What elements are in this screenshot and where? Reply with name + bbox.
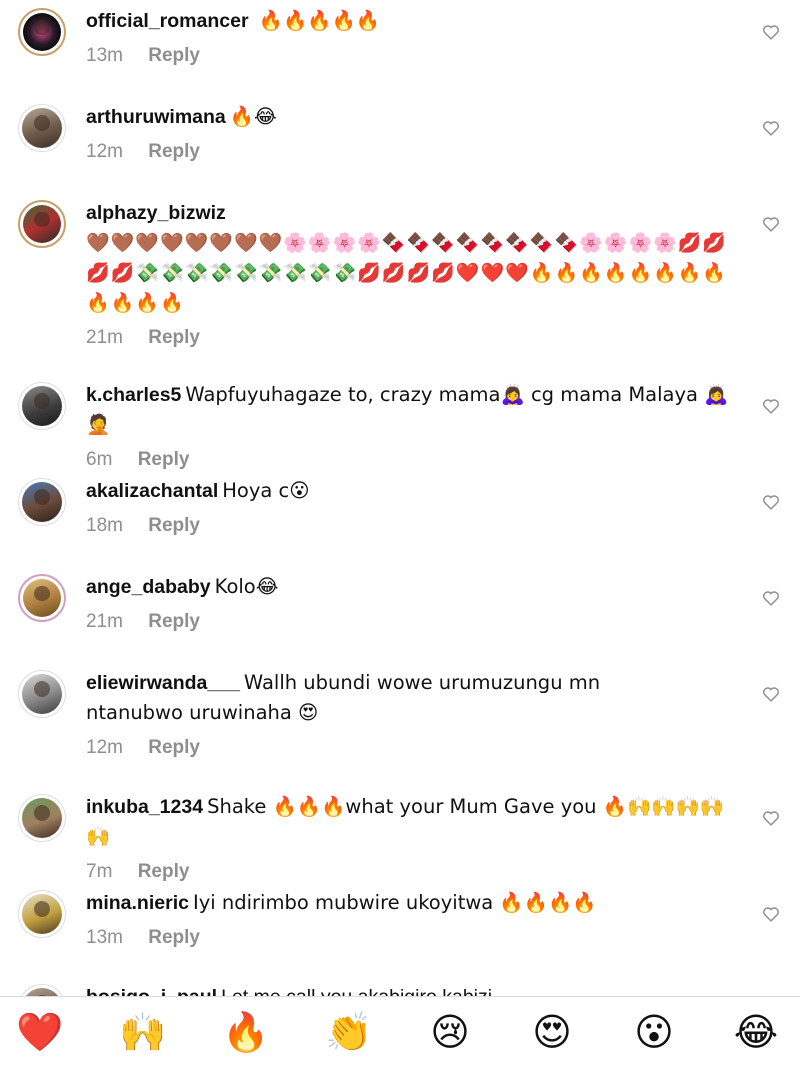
heart-outline-icon[interactable] (762, 120, 780, 136)
reply-button[interactable]: Reply (148, 45, 200, 66)
surprised-face-emoji-icon[interactable]: 😮 (628, 1009, 680, 1055)
comment-time: 18m (86, 515, 123, 536)
avatar[interactable] (18, 8, 66, 56)
comment-body: Wapfuyuhagaze to, crazy mama🙇‍♀️ cg mama… (86, 383, 729, 436)
comment-meta: 12m Reply (86, 140, 746, 164)
comment-username[interactable]: inkuba_1234 (86, 796, 203, 818)
comments-list[interactable]: official_romancer 🔥🔥🔥🔥🔥 13m Reply arthur… (0, 0, 800, 996)
avatar[interactable] (18, 382, 66, 430)
comment-text: akalizachantal Hoya c😮 (86, 476, 746, 506)
comment-username[interactable]: arthuruwimana (86, 106, 226, 128)
comment-text: mina.nieric Iyi ndirimbo mubwire ukoyitwa… (86, 888, 746, 918)
avatar[interactable] (18, 670, 66, 718)
reply-button[interactable]: Reply (138, 449, 190, 470)
tears-of-joy-emoji-icon[interactable]: 😂 (730, 1009, 782, 1055)
comment-text: bosigo_j_paul Let me call you akabigiro k… (86, 982, 746, 996)
comment-meta: 13m Reply (86, 926, 746, 950)
heart-outline-icon[interactable] (762, 686, 780, 702)
heart-outline-icon[interactable] (762, 590, 780, 606)
reply-button[interactable]: Reply (138, 861, 190, 882)
comment-time: 12m (86, 141, 123, 162)
avatar[interactable] (18, 794, 66, 842)
avatar[interactable] (18, 200, 66, 248)
crying-face-emoji-icon[interactable]: 😢 (424, 1009, 476, 1055)
comment-meta: 21m Reply (86, 326, 732, 350)
comment-text: k.charles5 Wapfuyuhagaze to, crazy mama🙇‍… (86, 380, 746, 440)
comment-username[interactable]: alphazy_bizwiz (86, 202, 226, 224)
avatar[interactable] (18, 478, 66, 526)
comment-text: alphazy_bizwiz 🤎🤎🤎🤎🤎🤎🤎🤎🌸🌸🌸🌸🍫🍫🍫🍫🍫🍫🍫🍫🌸🌸🌸🌸💋💋… (86, 198, 732, 318)
comment-username[interactable]: ange_dababy (86, 576, 211, 598)
comment-username[interactable]: eliewirwanda___ (86, 672, 240, 694)
comment-time: 12m (86, 737, 123, 758)
comment-time: 6m (86, 449, 113, 470)
fire-emoji-icon[interactable]: 🔥 (220, 1009, 272, 1055)
heart-outline-icon[interactable] (762, 398, 780, 414)
heart-emoji-icon[interactable]: ❤️ (14, 1009, 66, 1055)
heart-outline-icon[interactable] (762, 24, 780, 40)
comment-text: eliewirwanda___ Wallh ubundi wowe urumuzu… (86, 668, 696, 728)
reply-button[interactable]: Reply (148, 515, 200, 536)
comment-time: 21m (86, 611, 123, 632)
comment-body: Kolo😂 (214, 575, 279, 598)
comment-meta: 21m Reply (86, 610, 746, 634)
comment-body: Let me call you akabigiro kabizi (221, 986, 492, 996)
reply-button[interactable]: Reply (148, 141, 200, 162)
comment-body: 🔥🔥🔥🔥🔥 (252, 9, 381, 32)
comment-meta: 6m Reply (86, 448, 746, 472)
comment-username[interactable]: bosigo_j_paul (86, 986, 217, 996)
quick-reaction-bar: ❤️ 🙌 🔥 👏 😢 😍 😮 😂 (0, 996, 800, 1067)
avatar[interactable] (18, 574, 66, 622)
heart-outline-icon[interactable] (762, 810, 780, 826)
reply-button[interactable]: Reply (148, 611, 200, 632)
comment-username[interactable]: official_romancer (86, 10, 249, 32)
comment-meta: 18m Reply (86, 514, 746, 538)
comment-text: ange_dababy Kolo😂 (86, 572, 746, 602)
comment-text: official_romancer 🔥🔥🔥🔥🔥 (86, 6, 746, 36)
raised-hands-emoji-icon[interactable]: 🙌 (117, 1009, 169, 1055)
comment-meta: 13m Reply (86, 44, 746, 68)
comment-body: 🔥😂 (229, 105, 277, 128)
reply-button[interactable]: Reply (148, 927, 200, 948)
heart-outline-icon[interactable] (762, 494, 780, 510)
avatar[interactable] (18, 984, 66, 996)
clapping-hands-emoji-icon[interactable]: 👏 (323, 1009, 375, 1055)
avatar[interactable] (18, 890, 66, 938)
comment-username[interactable]: akalizachantal (86, 480, 218, 502)
reply-button[interactable]: Reply (148, 327, 200, 348)
comment-text: arthuruwimana 🔥😂 (86, 102, 746, 132)
comment-username[interactable]: mina.nieric (86, 892, 189, 914)
comment-username[interactable]: k.charles5 (86, 384, 181, 406)
heart-outline-icon[interactable] (762, 906, 780, 922)
comment-time: 13m (86, 45, 123, 66)
comment-body: 🤎🤎🤎🤎🤎🤎🤎🤎🌸🌸🌸🌸🍫🍫🍫🍫🍫🍫🍫🍫🌸🌸🌸🌸💋💋💋💋💸💸💸💸💸💸💸💸💸💋💋💋… (86, 232, 728, 314)
comment-time: 7m (86, 861, 113, 882)
comment-time: 21m (86, 327, 123, 348)
comment-body: Iyi ndirimbo mubwire ukoyitwa 🔥🔥🔥🔥 (192, 891, 597, 914)
comment-text: inkuba_1234 Shake 🔥🔥🔥what your Mum Gave y… (86, 792, 746, 852)
avatar[interactable] (18, 104, 66, 152)
comment-meta: 12m Reply (86, 736, 696, 760)
comment-body: Hoya c😮 (222, 479, 310, 502)
heart-eyes-emoji-icon[interactable]: 😍 (526, 1009, 578, 1055)
comment-time: 13m (86, 927, 123, 948)
comment-meta: 7m Reply (86, 860, 746, 884)
heart-outline-icon[interactable] (762, 216, 780, 232)
reply-button[interactable]: Reply (148, 737, 200, 758)
